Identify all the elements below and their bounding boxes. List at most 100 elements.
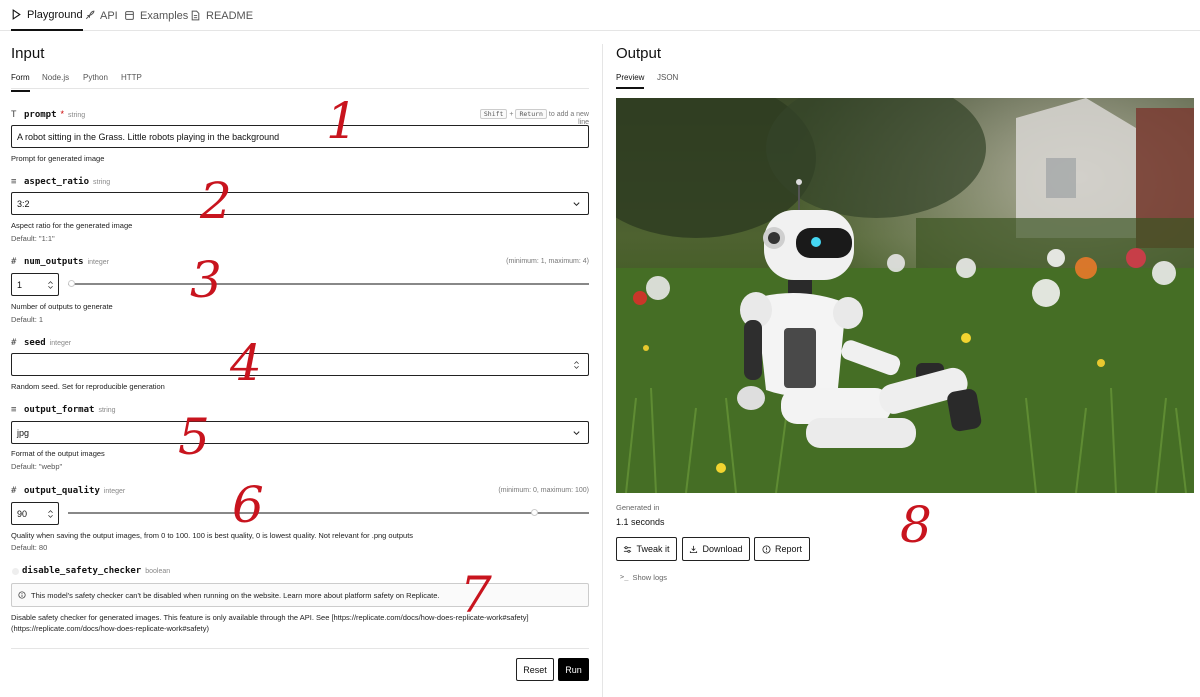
newline-hint: Shift + Return to add a new line [472, 109, 589, 126]
terminal-icon: >_ [620, 573, 629, 581]
output-format-label: ≡ output_format string [11, 405, 116, 415]
tweak-label: Tweak it [636, 544, 670, 554]
seed-description: Random seed. Set for reproducible genera… [11, 382, 165, 391]
panel-divider [602, 44, 603, 697]
num-outputs-description: Number of outputs to generate [11, 302, 113, 311]
generated-label: Generated in [616, 503, 660, 512]
subtab-json[interactable]: JSON [657, 72, 678, 92]
num-outputs-type: integer [87, 259, 110, 266]
output-quality-description: Quality when saving the output images, f… [11, 531, 414, 540]
list-icon: ≡ [11, 405, 17, 415]
hash-icon: # [11, 486, 17, 496]
num-outputs-default: Default: 1 [11, 315, 44, 324]
show-logs-link[interactable]: >_ Show logs [620, 573, 667, 582]
aspect-ratio-type: string [93, 179, 111, 186]
tab-examples-label: Examples [140, 9, 189, 22]
annotation-3: 3 [190, 251, 222, 309]
tab-api[interactable]: API [84, 0, 118, 31]
hash-icon: # [11, 257, 17, 267]
prompt-value: A robot sitting in the Grass. Little rob… [17, 131, 280, 142]
download-icon [690, 545, 698, 553]
num-outputs-slider[interactable] [68, 283, 589, 285]
plus-sign: + [509, 111, 514, 118]
input-tabs-rule [11, 88, 589, 89]
stepper-icon[interactable] [572, 360, 581, 370]
output-image [616, 98, 1194, 493]
form-footer-rule [11, 648, 589, 649]
prompt-type: string [68, 112, 86, 119]
output-quality-slider[interactable] [68, 512, 589, 514]
tweak-button[interactable]: Tweak it [616, 537, 677, 561]
tab-api-label: API [100, 9, 118, 22]
annotation-7: 7 [460, 566, 492, 624]
top-navigation: Playground API Examples README [0, 0, 1200, 31]
annotation-5: 5 [178, 408, 210, 466]
output-format-default: Default: "webp" [11, 462, 63, 471]
safety-checker-type: boolean [145, 568, 171, 575]
safety-notice: This model's safety checker can't be dis… [11, 583, 589, 607]
tab-examples[interactable]: Examples [124, 0, 188, 31]
output-format-type: string [98, 407, 116, 414]
num-outputs-range: (minimum: 1, maximum: 4) [506, 258, 589, 265]
annotation-2: 2 [200, 172, 232, 230]
report-button[interactable]: Report [754, 537, 810, 561]
prompt-label: T prompt * string [11, 109, 85, 120]
safety-checker-name: disable_safety_checker [22, 566, 142, 576]
output-format-value: jpg [17, 427, 30, 438]
prompt-input[interactable]: A robot sitting in the Grass. Little rob… [11, 125, 589, 148]
num-outputs-value: 1 [17, 279, 23, 290]
alert-icon [762, 544, 771, 554]
num-outputs-input[interactable]: 1 [11, 273, 59, 296]
tab-readme-label: README [206, 9, 254, 22]
num-outputs-name: num_outputs [24, 257, 84, 267]
num-outputs-slider-thumb[interactable] [68, 280, 75, 287]
subtab-nodejs[interactable]: Node.js [42, 72, 69, 92]
output-quality-range: (minimum: 0, maximum: 100) [498, 487, 589, 494]
aspect-ratio-label: ≡ aspect_ratio string [11, 177, 110, 187]
aspect-ratio-description: Aspect ratio for the generated image [11, 221, 133, 230]
seed-label: # seed integer [11, 338, 71, 348]
safety-notice-text[interactable]: This model's safety checker can't be dis… [31, 591, 440, 600]
output-format-select[interactable]: jpg [11, 421, 589, 444]
subtab-form[interactable]: Form [11, 72, 30, 92]
output-format-description: Format of the output images [11, 449, 105, 458]
output-subtabs: Preview JSON [616, 72, 1194, 92]
output-heading: Output [616, 45, 662, 62]
annotation-6: 6 [232, 476, 264, 534]
show-logs-label: Show logs [632, 573, 668, 582]
aspect-ratio-name: aspect_ratio [24, 177, 90, 187]
seed-name: seed [24, 338, 46, 348]
stepper-icon[interactable] [47, 509, 54, 519]
generated-time: 1.1 seconds [616, 517, 665, 527]
download-button[interactable]: Download [682, 537, 750, 561]
sliders-icon [624, 545, 632, 553]
tab-playground[interactable]: Playground [11, 0, 83, 31]
run-button[interactable]: Run [558, 658, 589, 681]
output-quality-input[interactable]: 90 [11, 502, 59, 525]
examples-icon [125, 11, 134, 20]
annotation-4: 4 [230, 334, 262, 392]
subtab-http[interactable]: HTTP [121, 72, 142, 92]
output-quality-slider-thumb[interactable] [530, 509, 538, 516]
info-icon [18, 591, 26, 599]
safety-checker-description-link[interactable]: (https://replicate.com/docs/how-does-rep… [11, 623, 209, 634]
input-heading: Input [11, 45, 45, 62]
tab-playground-label: Playground [27, 8, 83, 21]
safety-checker-checkbox[interactable] [12, 568, 19, 575]
seed-type: integer [49, 340, 72, 347]
seed-input[interactable] [11, 353, 589, 376]
output-quality-type: integer [103, 488, 126, 495]
tab-readme[interactable]: README [190, 0, 253, 31]
shift-key: Shift [479, 109, 508, 119]
annotation-1: 1 [326, 92, 358, 150]
list-icon: ≡ [11, 177, 17, 187]
subtab-python[interactable]: Python [83, 72, 108, 92]
reset-button[interactable]: Reset [516, 658, 554, 681]
rocket-icon [85, 10, 95, 20]
chevron-down-icon [573, 430, 580, 435]
aspect-ratio-select[interactable]: 3:2 [11, 192, 589, 215]
subtab-preview[interactable]: Preview [616, 72, 645, 89]
stepper-icon[interactable] [47, 280, 54, 290]
aspect-ratio-value: 3:2 [17, 198, 30, 209]
aspect-ratio-default: Default: "1:1" [11, 234, 55, 243]
